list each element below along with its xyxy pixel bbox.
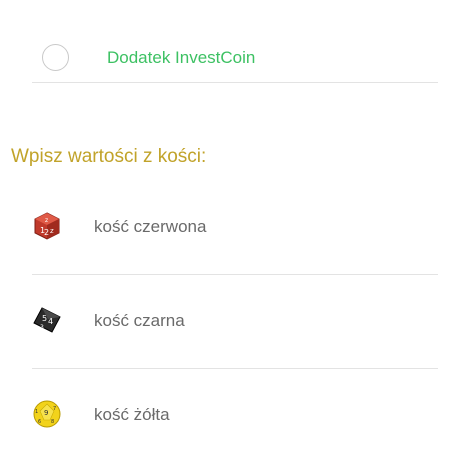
svg-text:1: 1 <box>35 409 38 415</box>
svg-text:7: 7 <box>53 406 56 412</box>
dice-row-yellow[interactable]: 9 6 8 1 7 kość żółta <box>32 369 438 462</box>
svg-text:z: z <box>50 227 54 235</box>
addon-radio-button[interactable] <box>42 44 69 71</box>
svg-text:6: 6 <box>38 419 41 425</box>
svg-text:2: 2 <box>44 228 49 237</box>
yellow-die-icon: 9 6 8 1 7 <box>33 400 61 428</box>
black-die-icon: 5 4 3 <box>33 307 61 333</box>
section-title: Wpisz wartości z kości: <box>11 146 207 167</box>
red-die-icon: 1 2 z z <box>34 212 60 240</box>
dice-row-black[interactable]: 5 4 3 kość czarna <box>32 275 438 369</box>
dice-label-black: kość czarna <box>94 311 185 330</box>
svg-text:z: z <box>45 217 48 224</box>
dice-label-yellow: kość żółta <box>94 405 170 424</box>
svg-text:9: 9 <box>44 409 48 417</box>
svg-text:5: 5 <box>42 314 47 323</box>
dice-row-red[interactable]: 1 2 z z kość czerwona <box>32 181 438 275</box>
addon-label: Dodatek InvestCoin <box>107 48 256 67</box>
svg-text:4: 4 <box>48 317 53 326</box>
dice-label-red: kość czerwona <box>94 217 207 236</box>
svg-text:3: 3 <box>40 324 44 331</box>
svg-text:8: 8 <box>51 419 54 425</box>
addon-option-row[interactable]: Dodatek InvestCoin <box>32 36 438 83</box>
